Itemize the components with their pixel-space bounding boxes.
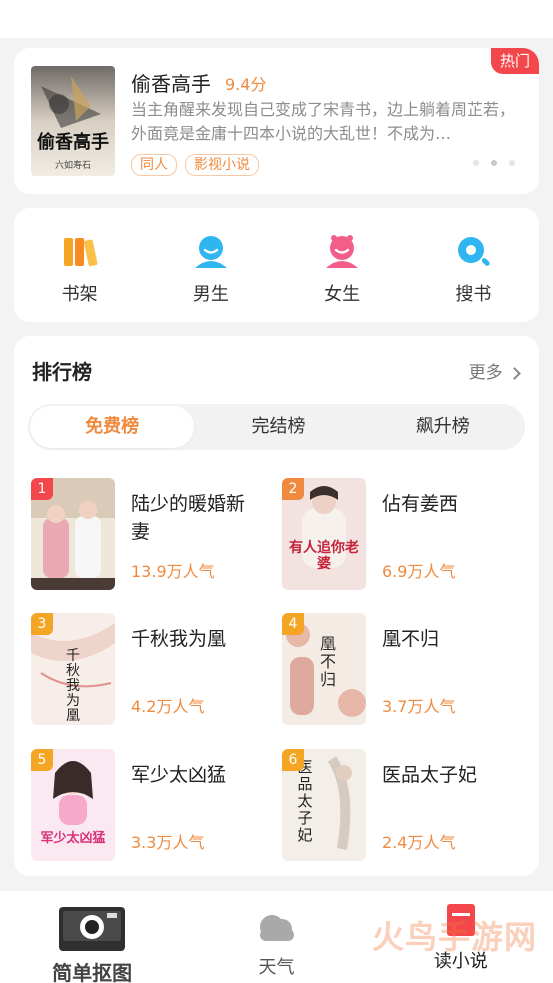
female-icon bbox=[322, 232, 362, 272]
tag-film-novel[interactable]: 影视小说 bbox=[185, 154, 259, 176]
nav-weather[interactable]: 天气 bbox=[184, 891, 368, 983]
cover-title-text: 医品太子妃 bbox=[297, 758, 313, 844]
quick-nav-label: 书架 bbox=[61, 284, 98, 305]
male-icon bbox=[191, 232, 231, 272]
rank-badge: 5 bbox=[31, 749, 53, 771]
book-title: 军少太凶猛 bbox=[131, 764, 227, 786]
quick-nav-label: 搜书 bbox=[455, 284, 492, 305]
hot-badge: 热门 bbox=[491, 48, 539, 74]
rank-badge: 6 bbox=[282, 749, 304, 771]
book-popularity: 4.2万人气 bbox=[131, 697, 205, 716]
cover-title-text: 千秋我为凰 bbox=[66, 648, 80, 724]
cloud-icon bbox=[254, 909, 298, 947]
featured-banner[interactable]: 热门 偷香高手 六如寿石 偷香高手 9.4分 当主角醒来发现自己变成了宋青书，边… bbox=[14, 48, 539, 194]
chevron-right-icon bbox=[508, 367, 521, 380]
book-title: 佔有姜西 bbox=[382, 493, 459, 515]
rank-badge: 2 bbox=[282, 478, 304, 500]
ranking-book-1[interactable]: 1 陆少的暖婚新妻 13.9万人气 bbox=[31, 478, 271, 592]
ranking-book-3[interactable]: 千秋我为凰 3 千秋我为凰 4.2万人气 bbox=[31, 613, 271, 727]
book-title: 凰不归 bbox=[382, 628, 440, 650]
ranking-book-5[interactable]: 军少太凶猛 5 军少太凶猛 3.3万人气 bbox=[31, 749, 271, 863]
tab-free[interactable]: 免费榜 bbox=[30, 406, 195, 448]
tag-fanfic[interactable]: 同人 bbox=[131, 154, 177, 176]
ranking-tabs: 免费榜 完结榜 飙升榜 bbox=[28, 404, 525, 450]
tab-rising[interactable]: 飙升榜 bbox=[361, 404, 525, 450]
more-label: 更多 bbox=[468, 363, 503, 383]
book-title: 千秋我为凰 bbox=[131, 628, 227, 650]
carousel-dot[interactable] bbox=[509, 160, 515, 166]
nav-label: 天气 bbox=[258, 957, 295, 978]
status-bar bbox=[0, 0, 553, 38]
carousel-dot-active[interactable] bbox=[491, 160, 497, 166]
quick-nav-search[interactable]: 搜书 bbox=[408, 208, 539, 322]
carousel-dot[interactable] bbox=[473, 160, 479, 166]
ranking-book-6[interactable]: 医品太子妃 6 医品太子妃 2.4万人气 bbox=[282, 749, 522, 863]
ranking-more-link[interactable]: 更多 bbox=[468, 358, 521, 383]
book-popularity: 6.9万人气 bbox=[382, 562, 456, 581]
ranking-section: 排行榜 更多 免费榜 完结榜 飙升榜 1 陆少的暖婚新妻 13.9万人气 有人追… bbox=[14, 336, 539, 876]
quick-nav-label: 男生 bbox=[192, 284, 229, 305]
tab-completed[interactable]: 完结榜 bbox=[196, 404, 360, 450]
cover-author-text: 六如寿石 bbox=[54, 161, 91, 171]
book-popularity: 3.3万人气 bbox=[131, 833, 205, 852]
nav-label: 简单抠图 bbox=[52, 961, 133, 983]
bookshelf-icon bbox=[60, 232, 100, 272]
nav-cutout[interactable]: 简单抠图 bbox=[0, 891, 184, 983]
quick-nav-male[interactable]: 男生 bbox=[145, 208, 276, 322]
quick-nav-female[interactable]: 女生 bbox=[277, 208, 408, 322]
watermark-text: 火鸟手游网 bbox=[372, 918, 538, 956]
featured-score: 9.4分 bbox=[225, 75, 267, 94]
ranking-heading: 排行榜 bbox=[32, 360, 92, 384]
featured-book-cover[interactable]: 偷香高手 六如寿石 bbox=[31, 66, 115, 176]
rank-badge: 4 bbox=[282, 613, 304, 635]
quick-nav-label: 女生 bbox=[324, 284, 361, 305]
book-popularity: 13.9万人气 bbox=[131, 562, 215, 581]
featured-description: 当主角醒来发现自己变成了宋青书，边上躺着周芷若，外面竟是金庸十四本小说的大乱世！… bbox=[131, 100, 516, 143]
quick-nav: 书架 男生 女生 搜书 bbox=[14, 208, 539, 322]
book-popularity: 2.4万人气 bbox=[382, 833, 456, 852]
search-icon bbox=[453, 232, 493, 272]
carousel-dots bbox=[473, 160, 515, 166]
ranking-book-2[interactable]: 有人追你老婆 2 佔有姜西 6.9万人气 bbox=[282, 478, 522, 592]
book-popularity: 3.7万人气 bbox=[382, 697, 456, 716]
ranking-book-4[interactable]: 凰不归 4 凰不归 3.7万人气 bbox=[282, 613, 522, 727]
camera-icon bbox=[57, 903, 127, 957]
cover-title-text: 偷香高手 bbox=[37, 132, 109, 153]
cover-title-text: 军少太凶猛 bbox=[40, 831, 106, 846]
featured-title[interactable]: 偷香高手 bbox=[131, 68, 211, 97]
cover-title-text: 有人追你老婆 bbox=[289, 540, 359, 572]
cover-title-text: 凰不归 bbox=[319, 634, 336, 689]
featured-tags: 同人 影视小说 bbox=[131, 154, 259, 176]
rank-badge: 3 bbox=[31, 613, 53, 635]
quick-nav-bookshelf[interactable]: 书架 bbox=[14, 208, 145, 322]
book-title: 医品太子妃 bbox=[382, 764, 478, 786]
book-title: 陆少的暖婚新妻 bbox=[131, 493, 246, 543]
rank-badge: 1 bbox=[31, 478, 53, 500]
